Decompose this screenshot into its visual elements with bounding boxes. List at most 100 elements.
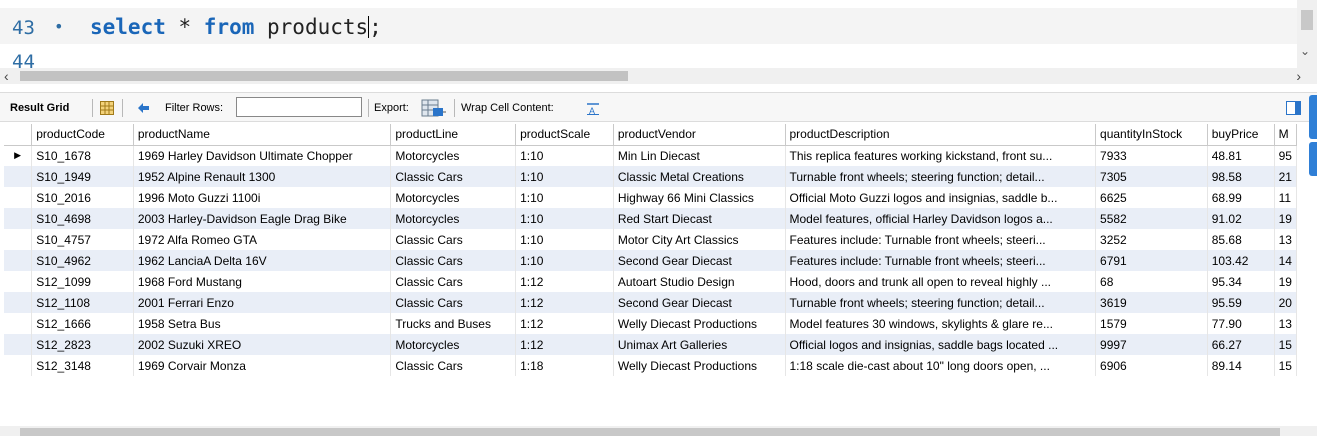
table-cell[interactable]: S10_4698 bbox=[31, 208, 134, 229]
table-cell[interactable]: 6791 bbox=[1095, 250, 1208, 271]
table-cell[interactable]: Autoart Studio Design bbox=[613, 271, 786, 292]
table-cell[interactable]: 1969 Corvair Monza bbox=[133, 355, 392, 376]
editor-vertical-scrollbar[interactable]: ⌄ bbox=[1297, 0, 1317, 68]
side-panel-tab[interactable] bbox=[1309, 95, 1317, 139]
column-header[interactable]: buyPrice bbox=[1207, 124, 1275, 146]
table-cell[interactable]: Official Moto Guzzi logos and insignias,… bbox=[785, 187, 1097, 208]
table-cell[interactable]: Classic Cars bbox=[390, 292, 517, 313]
chevron-right-icon[interactable]: › bbox=[1296, 68, 1301, 84]
table-row[interactable]: S12_1666 1958 Setra Bus Trucks and Buses 1:… bbox=[4, 313, 1297, 334]
table-cell[interactable]: 1579 bbox=[1095, 313, 1208, 334]
table-cell[interactable]: Classic Cars bbox=[390, 271, 517, 292]
table-cell[interactable]: 1:12 bbox=[515, 271, 614, 292]
table-cell[interactable]: Motorcycles bbox=[390, 187, 517, 208]
table-cell[interactable]: 95.59 bbox=[1207, 292, 1275, 313]
table-cell[interactable]: 19 bbox=[1274, 208, 1297, 229]
table-cell[interactable]: 5582 bbox=[1095, 208, 1208, 229]
table-cell[interactable]: 2002 Suzuki XREO bbox=[133, 334, 392, 355]
side-panel-tab[interactable] bbox=[1309, 142, 1317, 176]
table-cell[interactable]: S12_3148 bbox=[31, 355, 134, 376]
table-row[interactable]: S10_1949 1952 Alpine Renault 1300 Classic … bbox=[4, 166, 1297, 187]
table-cell[interactable]: Highway 66 Mini Classics bbox=[613, 187, 786, 208]
table-cell[interactable]: Turnable front wheels; steering function… bbox=[785, 292, 1097, 313]
table-cell[interactable]: S12_1099 bbox=[31, 271, 134, 292]
table-row[interactable]: S10_4698 2003 Harley-Davidson Eagle Drag … bbox=[4, 208, 1297, 229]
table-cell[interactable]: Welly Diecast Productions bbox=[613, 313, 786, 334]
table-cell[interactable]: 1:10 bbox=[515, 229, 614, 250]
table-row[interactable]: S12_1099 1968 Ford Mustang Classic Cars 1:1… bbox=[4, 271, 1297, 292]
column-header[interactable]: productLine bbox=[390, 124, 517, 146]
table-cell[interactable]: Unimax Art Galleries bbox=[613, 334, 786, 355]
column-header[interactable]: productCode bbox=[31, 124, 134, 146]
table-cell[interactable]: 103.42 bbox=[1207, 250, 1275, 271]
table-cell[interactable]: Welly Diecast Productions bbox=[613, 355, 786, 376]
table-cell[interactable]: 9997 bbox=[1095, 334, 1208, 355]
table-cell[interactable]: 1952 Alpine Renault 1300 bbox=[133, 166, 392, 187]
table-cell[interactable]: 7933 bbox=[1095, 145, 1208, 166]
column-header[interactable]: productName bbox=[133, 124, 392, 146]
table-cell[interactable]: 1972 Alfa Romeo GTA bbox=[133, 229, 392, 250]
table-cell[interactable]: Features include: Turnable front wheels;… bbox=[785, 229, 1097, 250]
panel-toggle-icon[interactable] bbox=[1286, 101, 1301, 120]
table-cell[interactable]: 21 bbox=[1274, 166, 1297, 187]
table-cell[interactable]: Features include: Turnable front wheels;… bbox=[785, 250, 1097, 271]
column-header[interactable]: productScale bbox=[515, 124, 614, 146]
table-cell[interactable]: 89.14 bbox=[1207, 355, 1275, 376]
scroll-thumb[interactable] bbox=[20, 71, 628, 81]
table-cell[interactable]: 1:10 bbox=[515, 208, 614, 229]
table-cell[interactable]: S12_1108 bbox=[31, 292, 134, 313]
table-cell[interactable]: 95.34 bbox=[1207, 271, 1275, 292]
table-cell[interactable]: 95 bbox=[1274, 145, 1297, 166]
table-cell[interactable]: 1962 LanciaA Delta 16V bbox=[133, 250, 392, 271]
table-cell[interactable]: 91.02 bbox=[1207, 208, 1275, 229]
table-cell[interactable]: Motorcycles bbox=[390, 334, 517, 355]
column-header[interactable]: productDescription bbox=[785, 124, 1097, 146]
table-cell[interactable]: Hood, doors and trunk all open to reveal… bbox=[785, 271, 1097, 292]
table-cell[interactable]: Trucks and Buses bbox=[390, 313, 517, 334]
table-cell[interactable]: Classic Cars bbox=[390, 355, 517, 376]
table-cell[interactable]: 1:18 scale die-cast about 10" long doors… bbox=[785, 355, 1097, 376]
table-cell[interactable]: 1968 Ford Mustang bbox=[133, 271, 392, 292]
table-cell[interactable]: 1:18 bbox=[515, 355, 614, 376]
table-cell[interactable]: Classic Cars bbox=[390, 229, 517, 250]
table-cell[interactable]: Turnable front wheels; steering function… bbox=[785, 166, 1097, 187]
table-cell[interactable]: 1:12 bbox=[515, 334, 614, 355]
sql-editor[interactable]: 43 • select * from products; 44 ⌄ ‹ › bbox=[0, 0, 1317, 86]
table-cell[interactable]: 1:10 bbox=[515, 145, 614, 166]
table-cell[interactable]: 3252 bbox=[1095, 229, 1208, 250]
table-cell[interactable]: 98.58 bbox=[1207, 166, 1275, 187]
table-row[interactable]: ▶ S10_1678 1969 Harley Davidson Ultimate C… bbox=[4, 145, 1297, 166]
table-cell[interactable]: S12_1666 bbox=[31, 313, 134, 334]
table-cell[interactable]: Motorcycles bbox=[390, 208, 517, 229]
table-cell[interactable]: S10_1949 bbox=[31, 166, 134, 187]
editor-horizontal-scrollbar[interactable]: ‹ › bbox=[0, 68, 1317, 84]
table-cell[interactable]: Second Gear Diecast bbox=[613, 292, 786, 313]
result-grid[interactable]: productCode productName productLine product… bbox=[4, 124, 1297, 384]
table-cell[interactable]: Classic Metal Creations bbox=[613, 166, 786, 187]
table-cell[interactable]: 6625 bbox=[1095, 187, 1208, 208]
table-cell[interactable]: Red Start Diecast bbox=[613, 208, 786, 229]
table-cell[interactable]: Model features, official Harley Davidson… bbox=[785, 208, 1097, 229]
refresh-icon[interactable] bbox=[136, 101, 152, 120]
table-cell[interactable]: 68 bbox=[1095, 271, 1208, 292]
table-row[interactable]: S12_2823 2002 Suzuki XREO Motorcycles 1:12 U… bbox=[4, 334, 1297, 355]
table-cell[interactable]: 2001 Ferrari Enzo bbox=[133, 292, 392, 313]
table-cell[interactable]: 13 bbox=[1274, 229, 1297, 250]
table-cell[interactable]: Second Gear Diecast bbox=[613, 250, 786, 271]
table-cell[interactable]: Classic Cars bbox=[390, 166, 517, 187]
table-cell[interactable]: 14 bbox=[1274, 250, 1297, 271]
table-cell[interactable]: 1:10 bbox=[515, 166, 614, 187]
table-cell[interactable]: Min Lin Diecast bbox=[613, 145, 786, 166]
chevron-left-icon[interactable]: ‹ bbox=[4, 68, 9, 84]
table-cell[interactable]: 1:10 bbox=[515, 250, 614, 271]
sql-statement[interactable]: select * from products; bbox=[90, 15, 382, 39]
column-header[interactable]: productVendor bbox=[613, 124, 786, 146]
table-cell[interactable]: 68.99 bbox=[1207, 187, 1275, 208]
table-cell[interactable]: 1969 Harley Davidson Ultimate Chopper bbox=[133, 145, 392, 166]
table-cell[interactable]: 7305 bbox=[1095, 166, 1208, 187]
table-cell[interactable]: 15 bbox=[1274, 334, 1297, 355]
table-cell[interactable]: Motor City Art Classics bbox=[613, 229, 786, 250]
table-cell[interactable]: 2003 Harley-Davidson Eagle Drag Bike bbox=[133, 208, 392, 229]
table-cell[interactable]: 1:12 bbox=[515, 313, 614, 334]
table-row[interactable]: S10_4757 1972 Alfa Romeo GTA Classic Cars 1… bbox=[4, 229, 1297, 250]
